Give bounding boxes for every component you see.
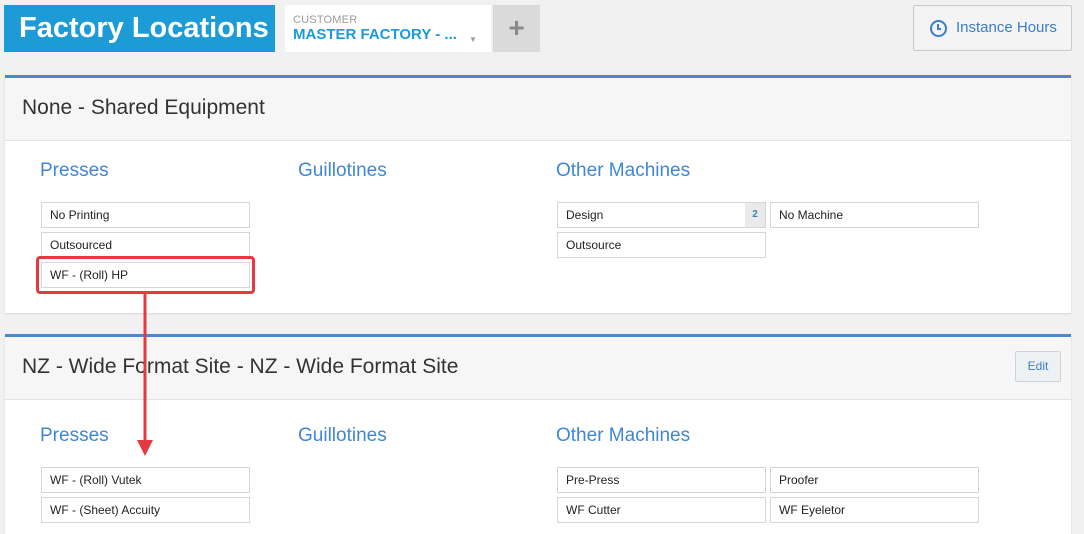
customer-label: CUSTOMER xyxy=(293,14,358,26)
location-title-text: NZ - Wide Format Site - NZ - Wide Format… xyxy=(22,355,459,378)
machine-item[interactable]: No Machine xyxy=(770,202,979,228)
other-machines-heading: Other Machines xyxy=(556,425,691,446)
chevron-down-icon: ▼ xyxy=(469,35,477,44)
customer-value: MASTER FACTORY - ... xyxy=(293,26,457,43)
page-title: Factory Locations xyxy=(4,5,275,52)
machine-item[interactable]: WF Eyeletor xyxy=(770,497,979,523)
press-item[interactable]: No Printing xyxy=(41,202,250,228)
clock-icon xyxy=(930,20,947,37)
machine-item[interactable]: Design 2 xyxy=(557,202,766,228)
presses-heading: Presses xyxy=(40,160,109,181)
location-title: NZ - Wide Format Site - NZ - Wide Format… xyxy=(5,337,1071,400)
guillotines-heading: Guillotines xyxy=(298,160,387,181)
press-item[interactable]: WF - (Roll) HP xyxy=(41,262,250,288)
presses-heading: Presses xyxy=(40,425,109,446)
add-customer-button[interactable]: + xyxy=(493,5,540,52)
press-item[interactable]: Outsourced xyxy=(41,232,250,258)
machine-item-label: Design xyxy=(566,208,604,222)
press-item[interactable]: WF - (Sheet) Accuity xyxy=(41,497,250,523)
count-badge: 2 xyxy=(745,203,765,227)
machine-item[interactable]: WF Cutter xyxy=(557,497,766,523)
customer-selector[interactable]: CUSTOMER MASTER FACTORY - ... ▼ xyxy=(285,5,491,52)
press-item[interactable]: WF - (Roll) Vutek xyxy=(41,467,250,493)
location-title: None - Shared Equipment xyxy=(5,78,1071,141)
machine-item[interactable]: Proofer xyxy=(770,467,979,493)
instance-hours-button[interactable]: Instance Hours xyxy=(913,5,1072,51)
instance-hours-label: Instance Hours xyxy=(956,19,1057,36)
guillotines-heading: Guillotines xyxy=(298,425,387,446)
machine-item[interactable]: Outsource xyxy=(557,232,766,258)
other-machines-heading: Other Machines xyxy=(556,160,691,181)
edit-button[interactable]: Edit xyxy=(1015,351,1061,382)
machine-item[interactable]: Pre-Press xyxy=(557,467,766,493)
